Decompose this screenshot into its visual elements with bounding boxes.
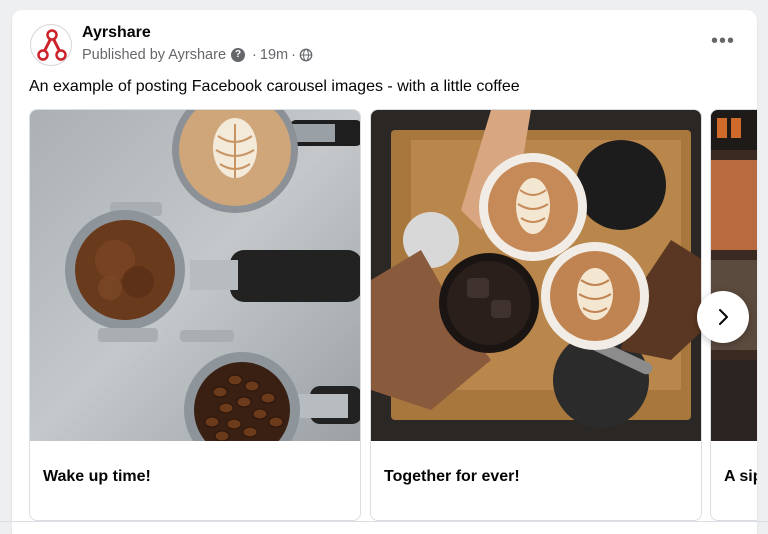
partial-photo xyxy=(711,110,757,441)
published-by: Published by Ayrshare xyxy=(82,47,227,63)
espresso-portafilters-photo xyxy=(30,110,360,441)
globe-icon xyxy=(299,48,313,62)
separator-dot: · xyxy=(291,47,296,63)
ayrshare-logo-icon xyxy=(37,29,67,61)
more-horizontal-icon[interactable]: ••• xyxy=(711,30,735,53)
cheers-coffee-cups-photo xyxy=(371,110,701,441)
post-caption: An example of posting Facebook carousel … xyxy=(29,78,520,95)
carousel-card[interactable]: Together for ever! xyxy=(370,109,702,521)
page-avatar[interactable] xyxy=(30,24,72,66)
card-title: Wake up time! xyxy=(43,468,151,485)
chevron-right-icon xyxy=(719,309,728,325)
post-time[interactable]: 19m xyxy=(260,47,288,63)
page-name[interactable]: Ayrshare xyxy=(82,24,151,42)
card-title: Together for ever! xyxy=(384,468,520,485)
post-meta: Published by Ayrshare ? · 19m · xyxy=(82,47,313,63)
carousel-next-button[interactable] xyxy=(697,291,749,343)
carousel-card[interactable]: Wake up time! xyxy=(29,109,361,521)
divider xyxy=(0,521,768,522)
card-title: A sip xyxy=(724,468,757,485)
separator-dot: · xyxy=(252,47,257,63)
question-icon[interactable]: ? xyxy=(231,48,246,62)
post-card: Ayrshare Published by Ayrshare ? · 19m ·… xyxy=(12,10,757,534)
